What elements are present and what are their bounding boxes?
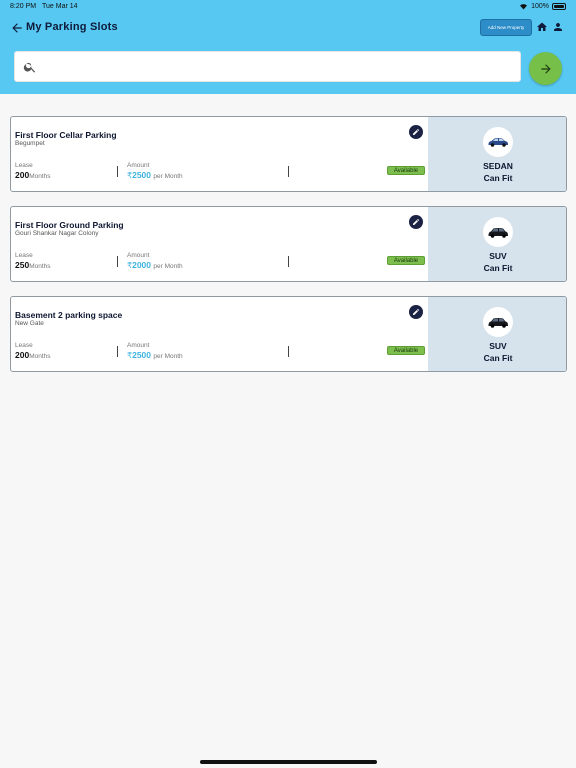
lease-unit: Months xyxy=(29,353,51,360)
lease-number: 250 xyxy=(15,260,30,270)
search-go-button[interactable] xyxy=(529,52,562,85)
search-icon xyxy=(23,62,36,73)
amount-number: 2500 xyxy=(132,170,152,180)
parking-slot-card[interactable]: First Floor Ground Parking Gouri Shankar… xyxy=(10,206,567,282)
vehicle-type: SUV xyxy=(489,341,507,351)
pencil-icon xyxy=(413,309,419,315)
battery-icon xyxy=(552,3,566,10)
edit-button[interactable] xyxy=(409,215,423,229)
divider xyxy=(288,256,289,267)
lease-value: 200Months xyxy=(15,170,51,180)
lease-unit: Months xyxy=(29,173,51,180)
status-time: 8:20 PM xyxy=(10,3,37,10)
status-badge: Available xyxy=(387,256,425,265)
lease-label: Lease xyxy=(15,162,33,169)
home-icon[interactable] xyxy=(536,21,548,33)
parking-slot-card[interactable]: First Floor Cellar Parking Begumpet Leas… xyxy=(10,116,567,192)
pencil-icon xyxy=(413,219,419,225)
amount-value: ₹2000 per Month xyxy=(127,260,183,270)
vehicle-type: SUV xyxy=(489,251,507,261)
divider xyxy=(117,256,118,267)
status-date: Tue Mar 14 xyxy=(42,3,78,10)
battery-percent: 100% xyxy=(531,3,549,10)
slot-title: First Floor Ground Parking xyxy=(15,220,124,230)
status-badge: Available xyxy=(387,166,425,175)
slot-details: Basement 2 parking space New Gate Lease … xyxy=(11,297,428,371)
edit-button[interactable] xyxy=(409,305,423,319)
car-avatar xyxy=(483,127,513,157)
lease-unit: Months xyxy=(29,263,51,270)
vehicle-panel: SUV Can Fit xyxy=(428,207,566,281)
amount-label: Amount xyxy=(127,342,150,349)
amount-value: ₹2500 per Month xyxy=(127,170,183,180)
amount-unit: per Month xyxy=(153,353,183,360)
sedan-car-icon xyxy=(488,138,508,147)
lease-value: 250Months xyxy=(15,260,51,270)
divider xyxy=(117,346,118,357)
vehicle-panel: SEDAN Can Fit xyxy=(428,117,566,191)
app-header: 8:20 PM Tue Mar 14 100% My Parking Slots… xyxy=(0,0,576,94)
slot-title: Basement 2 parking space xyxy=(15,310,123,320)
lease-number: 200 xyxy=(15,170,30,180)
divider xyxy=(117,166,118,177)
edit-button[interactable] xyxy=(409,125,423,139)
car-avatar xyxy=(483,307,513,337)
nav-bar: My Parking Slots Add New Property xyxy=(10,19,566,37)
slot-location: Gouri Shankar Nagar Colony xyxy=(15,230,99,237)
status-right: 100% xyxy=(519,3,566,10)
parking-slot-card[interactable]: Basement 2 parking space New Gate Lease … xyxy=(10,296,567,372)
amount-number: 2500 xyxy=(132,350,152,360)
lease-value: 200Months xyxy=(15,350,51,360)
can-fit-label: Can Fit xyxy=(483,263,513,273)
slot-location: Begumpet xyxy=(15,140,45,147)
pencil-icon xyxy=(413,129,419,135)
vehicle-panel: SUV Can Fit xyxy=(428,297,566,371)
divider xyxy=(288,166,289,177)
amount-number: 2000 xyxy=(132,260,152,270)
can-fit-label: Can Fit xyxy=(483,353,513,363)
slot-location: New Gate xyxy=(15,320,44,327)
lease-number: 200 xyxy=(15,350,30,360)
status-bar: 8:20 PM Tue Mar 14 100% xyxy=(8,3,568,13)
amount-label: Amount xyxy=(127,162,150,169)
lease-label: Lease xyxy=(15,342,33,349)
back-arrow-icon[interactable] xyxy=(10,20,24,36)
vehicle-type: SEDAN xyxy=(483,161,513,171)
amount-value: ₹2500 per Month xyxy=(127,350,183,360)
slot-details: First Floor Cellar Parking Begumpet Leas… xyxy=(11,117,428,191)
search-bar xyxy=(14,51,521,82)
home-indicator xyxy=(200,760,377,764)
add-new-property-button[interactable]: Add New Property xyxy=(480,19,532,36)
suv-car-icon xyxy=(488,227,508,238)
amount-unit: per Month xyxy=(153,173,183,180)
car-avatar xyxy=(483,217,513,247)
wifi-icon xyxy=(520,4,528,10)
can-fit-label: Can Fit xyxy=(483,173,513,183)
arrow-right-icon xyxy=(540,63,551,74)
search-input[interactable] xyxy=(45,56,515,78)
lease-label: Lease xyxy=(15,252,33,259)
status-badge: Available xyxy=(387,346,425,355)
user-icon[interactable] xyxy=(552,21,564,33)
amount-unit: per Month xyxy=(153,263,183,270)
amount-label: Amount xyxy=(127,252,150,259)
slot-title: First Floor Cellar Parking xyxy=(15,130,117,140)
divider xyxy=(288,346,289,357)
slot-details: First Floor Ground Parking Gouri Shankar… xyxy=(11,207,428,281)
page-title: My Parking Slots xyxy=(26,21,118,33)
suv-car-icon xyxy=(488,317,508,328)
